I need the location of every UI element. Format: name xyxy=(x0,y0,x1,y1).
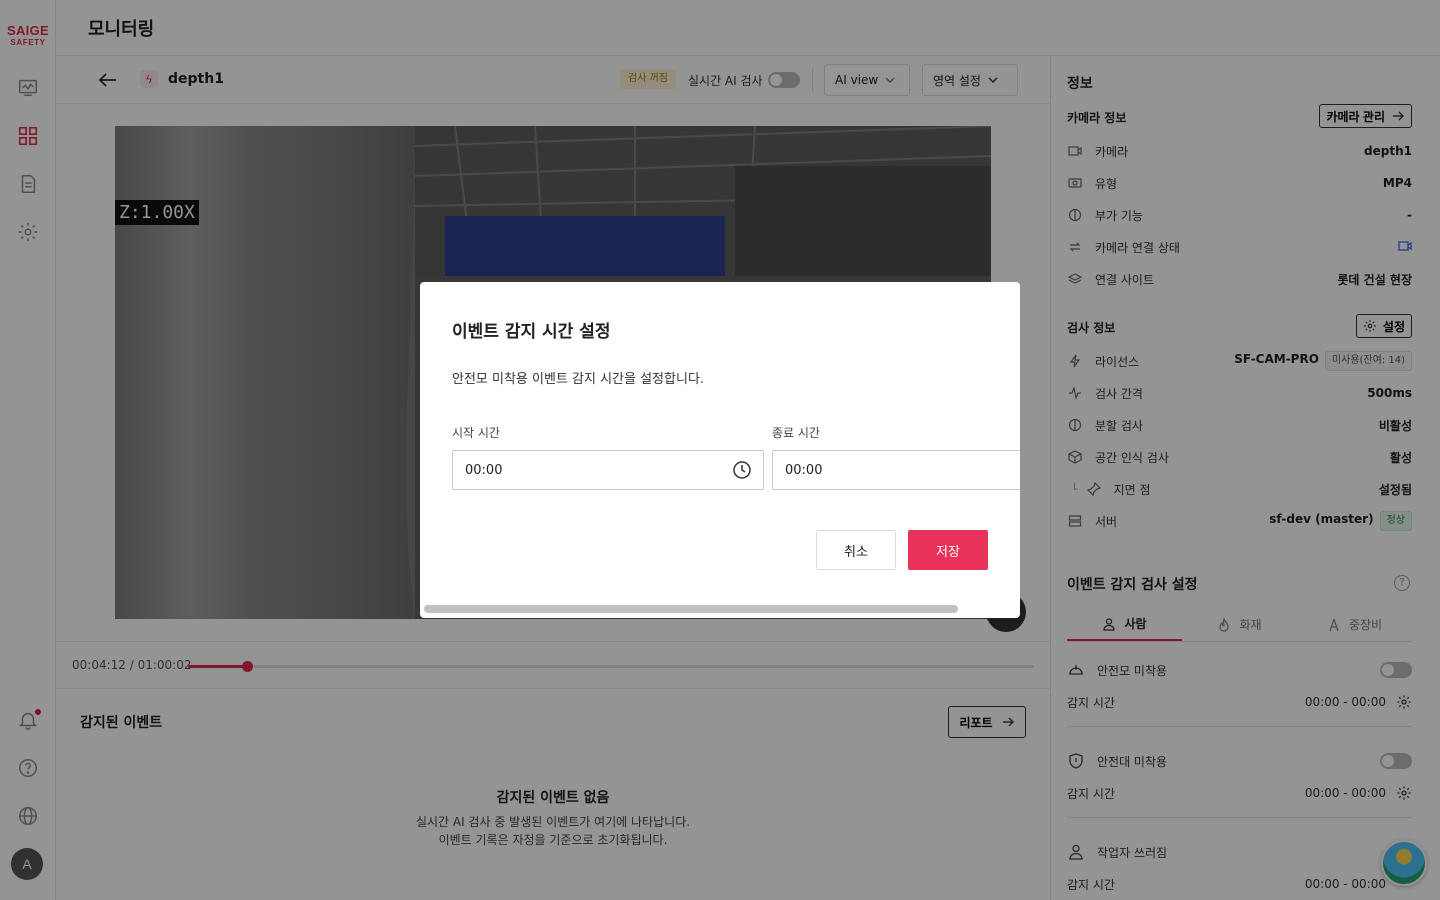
cancel-button[interactable]: 취소 xyxy=(816,530,896,570)
event-time-modal: 이벤트 감지 시간 설정 안전모 미착용 이벤트 감지 시간을 설정합니다. 시… xyxy=(420,282,1020,618)
start-time-label: 시작 시간 xyxy=(452,426,500,440)
save-button[interactable]: 저장 xyxy=(908,530,988,570)
start-time-input[interactable] xyxy=(452,450,764,490)
end-time-label: 종료 시간 xyxy=(772,426,820,440)
horizontal-scrollbar[interactable] xyxy=(424,605,958,613)
end-time-input[interactable] xyxy=(772,450,1020,490)
clock-icon[interactable] xyxy=(732,460,752,480)
modal-description: 안전모 미착용 이벤트 감지 시간을 설정합니다. xyxy=(452,372,705,387)
modal-title: 이벤트 감지 시간 설정 xyxy=(452,322,611,342)
